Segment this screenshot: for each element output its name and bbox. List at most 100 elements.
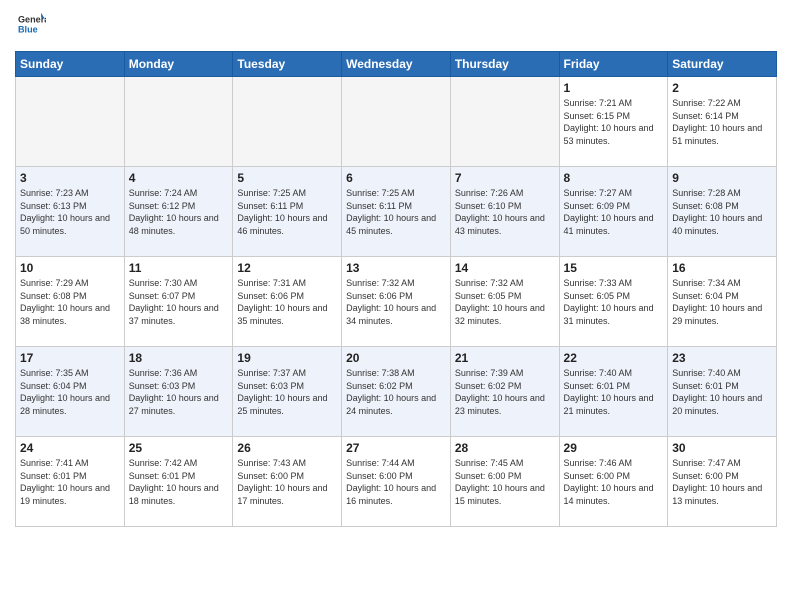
calendar-cell: 23 Sunrise: 7:40 AMSunset: 6:01 PMDayligh… bbox=[668, 347, 777, 437]
day-number: 30 bbox=[672, 441, 772, 455]
calendar-cell: 29 Sunrise: 7:46 AMSunset: 6:00 PMDayligh… bbox=[559, 437, 668, 527]
day-info: Sunrise: 7:41 AMSunset: 6:01 PMDaylight:… bbox=[20, 457, 120, 507]
day-number: 28 bbox=[455, 441, 555, 455]
weekday-header: Saturday bbox=[668, 52, 777, 77]
calendar-cell: 20 Sunrise: 7:38 AMSunset: 6:02 PMDayligh… bbox=[342, 347, 451, 437]
day-number: 3 bbox=[20, 171, 120, 185]
calendar-cell: 5 Sunrise: 7:25 AMSunset: 6:11 PMDaylight… bbox=[233, 167, 342, 257]
calendar-cell: 21 Sunrise: 7:39 AMSunset: 6:02 PMDayligh… bbox=[450, 347, 559, 437]
day-info: Sunrise: 7:36 AMSunset: 6:03 PMDaylight:… bbox=[129, 367, 229, 417]
day-number: 7 bbox=[455, 171, 555, 185]
weekday-header: Thursday bbox=[450, 52, 559, 77]
calendar-cell: 26 Sunrise: 7:43 AMSunset: 6:00 PMDayligh… bbox=[233, 437, 342, 527]
calendar-cell: 6 Sunrise: 7:25 AMSunset: 6:11 PMDaylight… bbox=[342, 167, 451, 257]
calendar-cell: 13Sunrise: 7:32 AMSunset: 6:06 PMDayligh… bbox=[342, 257, 451, 347]
weekday-row: SundayMondayTuesdayWednesdayThursdayFrid… bbox=[16, 52, 777, 77]
day-info: Sunrise: 7:21 AMSunset: 6:15 PMDaylight:… bbox=[564, 97, 664, 147]
weekday-header: Sunday bbox=[16, 52, 125, 77]
calendar-cell: 27 Sunrise: 7:44 AMSunset: 6:00 PMDayligh… bbox=[342, 437, 451, 527]
day-info: Sunrise: 7:47 AMSunset: 6:00 PMDaylight:… bbox=[672, 457, 772, 507]
calendar-cell: 18 Sunrise: 7:36 AMSunset: 6:03 PMDayligh… bbox=[124, 347, 233, 437]
day-number: 20 bbox=[346, 351, 446, 365]
day-number: 26 bbox=[237, 441, 337, 455]
calendar-cell: 8 Sunrise: 7:27 AMSunset: 6:09 PMDaylight… bbox=[559, 167, 668, 257]
calendar-body: 1 Sunrise: 7:21 AMSunset: 6:15 PMDaylight… bbox=[16, 77, 777, 527]
week-row: 1 Sunrise: 7:21 AMSunset: 6:15 PMDaylight… bbox=[16, 77, 777, 167]
weekday-header: Wednesday bbox=[342, 52, 451, 77]
day-info: Sunrise: 7:43 AMSunset: 6:00 PMDaylight:… bbox=[237, 457, 337, 507]
day-number: 9 bbox=[672, 171, 772, 185]
day-number: 19 bbox=[237, 351, 337, 365]
calendar-cell: 7 Sunrise: 7:26 AMSunset: 6:10 PMDaylight… bbox=[450, 167, 559, 257]
calendar-cell: 12 Sunrise: 7:31 AMSunset: 6:06 PMDayligh… bbox=[233, 257, 342, 347]
calendar: SundayMondayTuesdayWednesdayThursdayFrid… bbox=[15, 51, 777, 527]
weekday-header: Tuesday bbox=[233, 52, 342, 77]
calendar-cell: 15 Sunrise: 7:33 AMSunset: 6:05 PMDayligh… bbox=[559, 257, 668, 347]
day-info: Sunrise: 7:25 AMSunset: 6:11 PMDaylight:… bbox=[346, 187, 446, 237]
day-number: 27 bbox=[346, 441, 446, 455]
calendar-cell bbox=[124, 77, 233, 167]
logo: General Blue bbox=[15, 10, 46, 43]
day-info: Sunrise: 7:25 AMSunset: 6:11 PMDaylight:… bbox=[237, 187, 337, 237]
weekday-header: Friday bbox=[559, 52, 668, 77]
calendar-cell: 3 Sunrise: 7:23 AMSunset: 6:13 PMDaylight… bbox=[16, 167, 125, 257]
day-number: 4 bbox=[129, 171, 229, 185]
day-info: Sunrise: 7:34 AMSunset: 6:04 PMDaylight:… bbox=[672, 277, 772, 327]
day-number: 22 bbox=[564, 351, 664, 365]
day-info: Sunrise: 7:30 AMSunset: 6:07 PMDaylight:… bbox=[129, 277, 229, 327]
day-number: 15 bbox=[564, 261, 664, 275]
calendar-cell: 4Sunrise: 7:24 AMSunset: 6:12 PMDaylight… bbox=[124, 167, 233, 257]
day-number: 17 bbox=[20, 351, 120, 365]
day-number: 24 bbox=[20, 441, 120, 455]
day-number: 23 bbox=[672, 351, 772, 365]
day-number: 16 bbox=[672, 261, 772, 275]
day-number: 21 bbox=[455, 351, 555, 365]
day-info: Sunrise: 7:32 AMSunset: 6:06 PMDaylight:… bbox=[346, 277, 446, 327]
day-info: Sunrise: 7:26 AMSunset: 6:10 PMDaylight:… bbox=[455, 187, 555, 237]
day-info: Sunrise: 7:40 AMSunset: 6:01 PMDaylight:… bbox=[672, 367, 772, 417]
day-info: Sunrise: 7:23 AMSunset: 6:13 PMDaylight:… bbox=[20, 187, 120, 237]
day-info: Sunrise: 7:22 AMSunset: 6:14 PMDaylight:… bbox=[672, 97, 772, 147]
calendar-cell bbox=[342, 77, 451, 167]
calendar-cell: 25 Sunrise: 7:42 AMSunset: 6:01 PMDayligh… bbox=[124, 437, 233, 527]
week-row: 10Sunrise: 7:29 AMSunset: 6:08 PMDayligh… bbox=[16, 257, 777, 347]
calendar-cell: 10Sunrise: 7:29 AMSunset: 6:08 PMDayligh… bbox=[16, 257, 125, 347]
weekday-header: Monday bbox=[124, 52, 233, 77]
day-number: 5 bbox=[237, 171, 337, 185]
day-info: Sunrise: 7:32 AMSunset: 6:05 PMDaylight:… bbox=[455, 277, 555, 327]
day-info: Sunrise: 7:42 AMSunset: 6:01 PMDaylight:… bbox=[129, 457, 229, 507]
day-info: Sunrise: 7:33 AMSunset: 6:05 PMDaylight:… bbox=[564, 277, 664, 327]
day-info: Sunrise: 7:38 AMSunset: 6:02 PMDaylight:… bbox=[346, 367, 446, 417]
day-info: Sunrise: 7:35 AMSunset: 6:04 PMDaylight:… bbox=[20, 367, 120, 417]
day-info: Sunrise: 7:45 AMSunset: 6:00 PMDaylight:… bbox=[455, 457, 555, 507]
calendar-cell bbox=[233, 77, 342, 167]
calendar-cell: 2Sunrise: 7:22 AMSunset: 6:14 PMDaylight… bbox=[668, 77, 777, 167]
calendar-cell: 30 Sunrise: 7:47 AMSunset: 6:00 PMDayligh… bbox=[668, 437, 777, 527]
day-number: 6 bbox=[346, 171, 446, 185]
day-number: 8 bbox=[564, 171, 664, 185]
calendar-cell: 24 Sunrise: 7:41 AMSunset: 6:01 PMDayligh… bbox=[16, 437, 125, 527]
day-info: Sunrise: 7:37 AMSunset: 6:03 PMDaylight:… bbox=[237, 367, 337, 417]
calendar-cell: 1 Sunrise: 7:21 AMSunset: 6:15 PMDaylight… bbox=[559, 77, 668, 167]
week-row: 3 Sunrise: 7:23 AMSunset: 6:13 PMDaylight… bbox=[16, 167, 777, 257]
day-number: 10 bbox=[20, 261, 120, 275]
header: General Blue bbox=[15, 10, 777, 43]
day-number: 25 bbox=[129, 441, 229, 455]
day-number: 18 bbox=[129, 351, 229, 365]
calendar-cell: 14Sunrise: 7:32 AMSunset: 6:05 PMDayligh… bbox=[450, 257, 559, 347]
day-number: 29 bbox=[564, 441, 664, 455]
logo-icon: General Blue bbox=[18, 10, 46, 38]
day-info: Sunrise: 7:27 AMSunset: 6:09 PMDaylight:… bbox=[564, 187, 664, 237]
calendar-cell: 16 Sunrise: 7:34 AMSunset: 6:04 PMDayligh… bbox=[668, 257, 777, 347]
svg-text:Blue: Blue bbox=[18, 24, 38, 34]
day-info: Sunrise: 7:39 AMSunset: 6:02 PMDaylight:… bbox=[455, 367, 555, 417]
calendar-cell: 22 Sunrise: 7:40 AMSunset: 6:01 PMDayligh… bbox=[559, 347, 668, 437]
calendar-cell: 9Sunrise: 7:28 AMSunset: 6:08 PMDaylight… bbox=[668, 167, 777, 257]
day-info: Sunrise: 7:46 AMSunset: 6:00 PMDaylight:… bbox=[564, 457, 664, 507]
calendar-cell bbox=[450, 77, 559, 167]
day-number: 1 bbox=[564, 81, 664, 95]
day-info: Sunrise: 7:40 AMSunset: 6:01 PMDaylight:… bbox=[564, 367, 664, 417]
day-number: 12 bbox=[237, 261, 337, 275]
day-info: Sunrise: 7:44 AMSunset: 6:00 PMDaylight:… bbox=[346, 457, 446, 507]
day-info: Sunrise: 7:31 AMSunset: 6:06 PMDaylight:… bbox=[237, 277, 337, 327]
